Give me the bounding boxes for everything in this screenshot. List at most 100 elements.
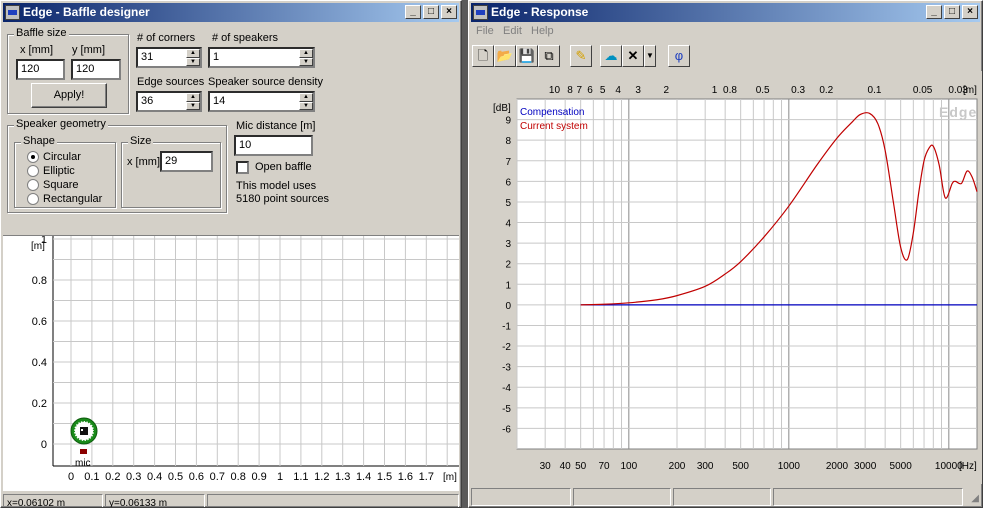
baffle-plot-area[interactable]: [m] [m] 1 0.8 0.6 0.4 0.2 0 0 0.1 0.2 0.3 0.4 0.5 0…	[3, 235, 459, 491]
spin-down-icon[interactable]: ▼	[186, 57, 200, 66]
minimize-button[interactable]: _	[926, 5, 942, 19]
resp-x-tick-label: 5000	[890, 461, 913, 472]
new-file-icon[interactable]: 🗋	[472, 45, 494, 67]
watermark: Edge	[939, 104, 977, 120]
window-title: Edge - Baffle designer	[23, 5, 150, 19]
spin-down-icon[interactable]: ▼	[299, 57, 313, 66]
speaker-density-spinner[interactable]: 14 ▲ ▼	[208, 91, 315, 112]
delete-x-icon[interactable]: ✕	[622, 45, 644, 67]
resp-status-4	[773, 488, 963, 506]
mic-distance-input[interactable]: 10	[234, 135, 313, 156]
shape-label: Shape	[21, 135, 57, 147]
resp-y-tick-label: -4	[502, 383, 511, 394]
speaker-baffle-shape[interactable]	[70, 417, 98, 445]
radio-elliptic[interactable]	[27, 165, 39, 177]
resp-top-tick-label: 0.1	[868, 85, 882, 96]
spin-down-icon[interactable]: ▼	[299, 101, 313, 110]
response-plot-area[interactable]: 10 8 7 6 5 4 3 2 1 0.8 0.5 0.3 0.2 0.1 0.05 0.03 30 40 50…	[471, 71, 982, 484]
open-baffle-label[interactable]: Open baffle	[255, 161, 312, 173]
spin-up-icon[interactable]: ▲	[299, 93, 313, 102]
resp-x-tick-label: 3000	[854, 461, 877, 472]
baffle-x-tick-label: 1.7	[419, 471, 434, 483]
resp-y-tick-label: 2	[505, 260, 511, 271]
radio-rectangular-label[interactable]: Rectangular	[43, 193, 102, 205]
radio-circular-label[interactable]: Circular	[43, 151, 81, 163]
menu-help[interactable]: Help	[531, 25, 554, 37]
baffle-x-tick-label: 1.2	[314, 471, 329, 483]
resp-y-tick-label: 9	[505, 116, 511, 127]
spin-up-icon[interactable]: ▲	[186, 49, 200, 58]
spin-up-icon[interactable]: ▲	[299, 49, 313, 58]
baffle-size-label: Baffle size	[14, 27, 69, 39]
resp-status-3	[673, 488, 771, 506]
resp-x-tick-label: 2000	[826, 461, 849, 472]
apply-button[interactable]: Apply!	[31, 83, 107, 108]
resp-top-tick-label: 0.2	[819, 85, 833, 96]
copy-icon[interactable]: ⧉	[538, 45, 560, 67]
speaker-geometry-label: Speaker geometry	[14, 118, 108, 130]
baffle-x-tick-label: 1.3	[335, 471, 350, 483]
baffle-x-tick-label: 0.8	[231, 471, 246, 483]
dropdown-arrow-icon[interactable]: ▼	[644, 45, 656, 67]
resp-x-tick-label: 200	[669, 461, 686, 472]
resp-x-tick-label: 70	[598, 461, 610, 472]
close-button[interactable]: ×	[962, 5, 978, 19]
baffle-x-tick-label: 0	[68, 471, 74, 483]
network-icon[interactable]: ☁	[600, 45, 622, 67]
status-x: x=0.06102 m	[3, 494, 103, 507]
resp-top-tick-label: 0.8	[723, 85, 737, 96]
resp-y-tick-label: 5	[505, 198, 511, 209]
resp-y-tick-label: -3	[502, 363, 511, 374]
phase-icon[interactable]: φ	[668, 45, 690, 67]
baffle-x-tick-label: 0.9	[251, 471, 266, 483]
open-folder-icon[interactable]: 📂	[494, 45, 516, 67]
edge-sources-spinner[interactable]: 36 ▲ ▼	[136, 91, 202, 112]
radio-square-label[interactable]: Square	[43, 179, 78, 191]
radio-square[interactable]	[27, 179, 39, 191]
response-window: Edge - Response _ □ × File Edit Help 🗋 📂…	[468, 0, 983, 508]
resp-top-tick-label: 2	[664, 85, 670, 96]
model-info-line2: 5180 point sources	[236, 193, 329, 205]
radio-rectangular[interactable]	[27, 193, 39, 205]
status-y: y=0.06133 m	[105, 494, 205, 507]
radio-circular[interactable]	[27, 151, 39, 163]
edge-sources-label: Edge sources	[137, 76, 205, 88]
save-disk-icon[interactable]: 💾	[516, 45, 538, 67]
speakers-spinner[interactable]: 1 ▲ ▼	[208, 47, 315, 68]
maximize-button[interactable]: □	[423, 5, 439, 19]
resp-y-tick-label: -5	[502, 404, 511, 415]
resp-y-tick-label: 4	[505, 219, 511, 230]
mic-distance-label: Mic distance [m]	[236, 120, 316, 132]
resize-grip-icon[interactable]: ◢	[971, 493, 979, 504]
corners-label: # of corners	[137, 32, 196, 44]
response-titlebar[interactable]: Edge - Response _ □ ×	[471, 3, 980, 22]
spin-down-icon[interactable]: ▼	[186, 101, 200, 110]
baffle-x-tick-label: 1.5	[377, 471, 392, 483]
mic-marker[interactable]: mic	[75, 449, 91, 469]
baffle-y-tick-label: 0.2	[32, 398, 47, 410]
pencil-icon[interactable]: ✎	[570, 45, 592, 67]
minimize-button[interactable]: _	[405, 5, 421, 19]
maximize-button[interactable]: □	[944, 5, 960, 19]
baffle-y-input[interactable]: 120	[71, 59, 121, 80]
radio-elliptic-label[interactable]: Elliptic	[43, 165, 75, 177]
resp-top-tick-label: 8	[567, 85, 573, 96]
resp-top-tick-label: 6	[587, 85, 593, 96]
size-x-input[interactable]: 29	[160, 151, 213, 172]
resp-x-tick-label: 300	[697, 461, 714, 472]
spin-up-icon[interactable]: ▲	[186, 93, 200, 102]
close-button[interactable]: ×	[441, 5, 457, 19]
edge-sources-value: 36	[141, 95, 154, 107]
resp-y-tick-label: 1	[505, 280, 511, 291]
baffle-designer-titlebar[interactable]: Edge - Baffle designer _ □ ×	[3, 3, 459, 22]
resp-top-tick-label: 10	[549, 85, 561, 96]
baffle-x-tick-label: 0.4	[147, 471, 162, 483]
resp-x-tick-label: 50	[575, 461, 587, 472]
baffle-y-tick-label: 0.8	[32, 275, 47, 287]
resp-top-tick-label: 4	[615, 85, 621, 96]
baffle-x-input[interactable]: 120	[16, 59, 65, 80]
menu-file[interactable]: File	[476, 25, 494, 37]
menu-edit[interactable]: Edit	[503, 25, 522, 37]
open-baffle-checkbox[interactable]	[236, 161, 249, 174]
corners-spinner[interactable]: 31 ▲ ▼	[136, 47, 202, 68]
